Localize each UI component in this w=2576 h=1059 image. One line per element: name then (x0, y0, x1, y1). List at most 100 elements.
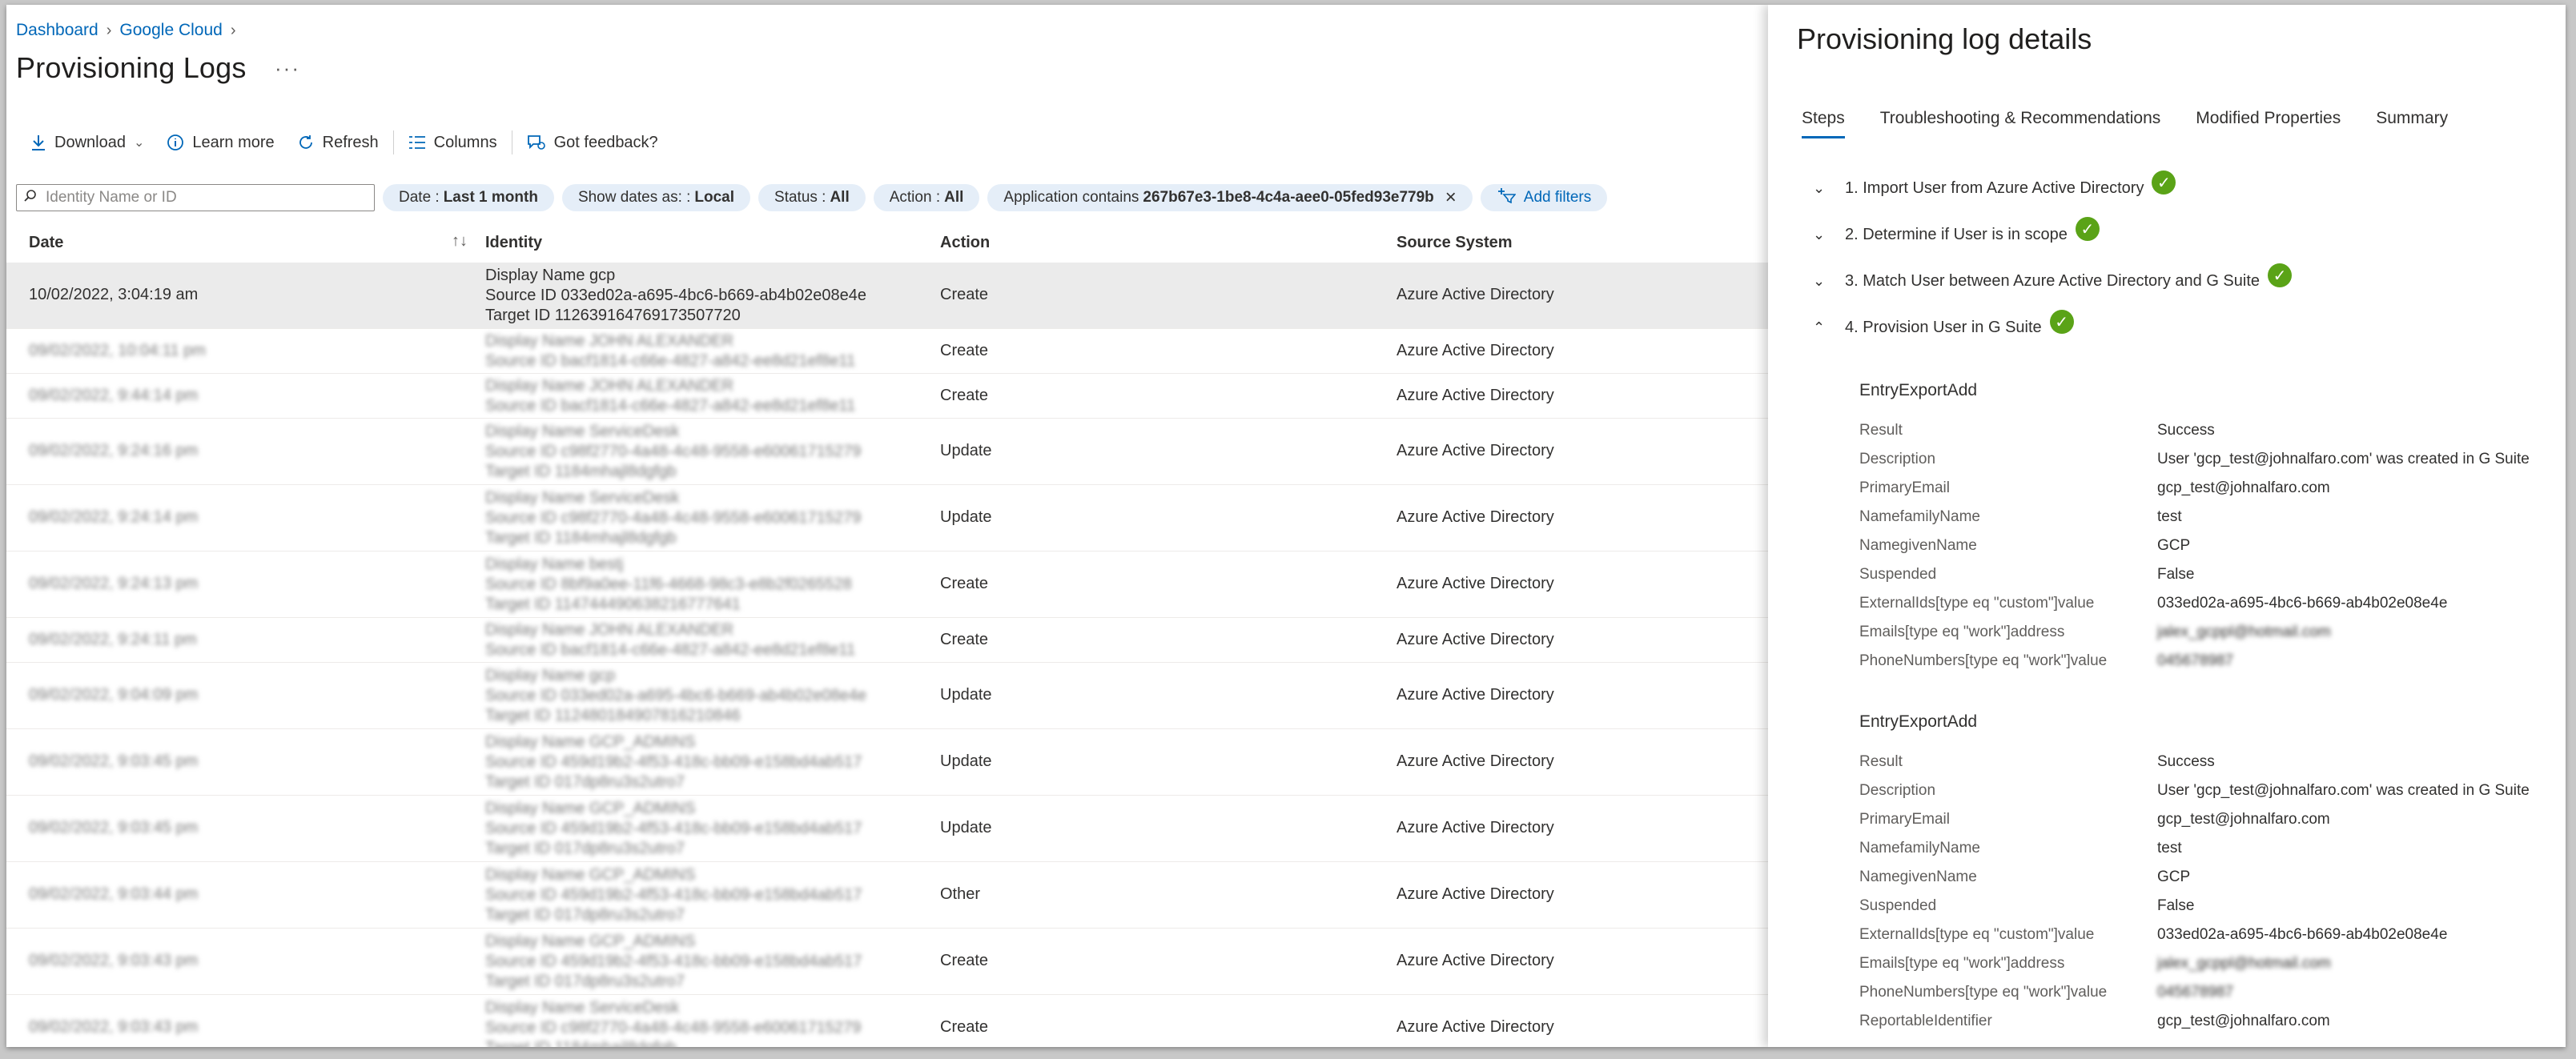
column-header-identity[interactable]: Identity (485, 234, 542, 252)
cell-source-system: Azure Active Directory (1397, 819, 1554, 836)
chevron-up-icon: ⌃ (1813, 319, 1826, 335)
table-row[interactable]: 09/02/2022, 9:03:43 pm Display Name Servi… (6, 995, 1768, 1048)
details-section: EntryExportAdd Result Success Description Us… (1859, 712, 2530, 1036)
download-label: Download (54, 133, 126, 151)
filter-pill-action[interactable]: Action : All (873, 184, 980, 211)
learn-more-button[interactable]: Learn more (155, 128, 285, 157)
cell-source-system: Azure Active Directory (1397, 630, 1554, 648)
identity-line: Display Name GCP_ADMINS (485, 865, 696, 884)
filter-pill-show-dates[interactable]: Show dates as: : Local (561, 184, 751, 211)
search-input[interactable] (44, 188, 352, 207)
table-row[interactable]: 09/02/2022, 10:04:11 pm Display Name JOHN… (6, 329, 1768, 374)
identity-line: Source ID bacf1814-c66e-4827-a842-ee8d21… (485, 640, 856, 659)
identity-line: Source ID 459d19b2-4f53-418c-bb09-e158bd… (485, 819, 862, 837)
toolbar-divider (392, 130, 394, 154)
detail-field: Description User 'gcp_test@johnalfaro.com… (1859, 445, 2530, 474)
identity-line: Source ID c98f2770-4a48-4c48-9558-e60061… (485, 442, 862, 460)
provisioning-logs-pane: Dashboard › Google Cloud › Provisioning … (6, 5, 1768, 1047)
table-row[interactable]: 09/02/2022, 9:03:45 pm Display Name GCP_A… (6, 729, 1768, 796)
cell-identity: Display Name JOHN ALEXANDER Source ID bac… (485, 620, 855, 660)
field-value: jalex_gcppl@hotmail.com (2157, 955, 2331, 972)
column-header-action[interactable]: Action (940, 234, 990, 252)
identity-line: Source ID 459d19b2-4f53-418c-bb09-e158bd… (485, 885, 862, 904)
download-button[interactable]: Download ⌄ (22, 128, 155, 157)
detail-field: ExternalIds[type eq "custom"]value 033ed0… (1859, 921, 2530, 949)
field-key: ExternalIds[type eq "custom"]value (1859, 595, 2095, 612)
tab-summary[interactable]: Summary (2376, 109, 2448, 138)
section-title: EntryExportAdd (1859, 381, 1978, 399)
step-item[interactable]: ⌄ 3. Match User between Azure Active Dire… (1813, 258, 2293, 304)
tab-modified-properties[interactable]: Modified Properties (2196, 109, 2341, 138)
field-key: Suspended (1859, 897, 1937, 914)
table-row[interactable]: 10/02/2022, 3:04:19 am Display Name gcp So… (6, 263, 1768, 329)
column-header-source-system[interactable]: Source System (1397, 234, 1513, 252)
chevron-down-icon: ⌄ (133, 136, 145, 150)
refresh-button[interactable]: Refresh (286, 128, 390, 157)
close-icon[interactable]: × (1445, 187, 1457, 209)
cell-identity: Display Name ServiceDesk Source ID c98f27… (485, 998, 861, 1048)
field-key: NamefamilyName (1859, 508, 1980, 525)
feedback-button[interactable]: Got feedback? (516, 128, 669, 157)
add-filters-button[interactable]: Add filters (1480, 184, 1608, 211)
table-row[interactable]: 09/02/2022, 9:24:11 pm Display Name JOHN … (6, 618, 1768, 663)
cell-identity: Display Name JOHN ALEXANDER Source ID bac… (485, 376, 855, 416)
tab-steps[interactable]: Steps (1802, 109, 1845, 138)
table-row[interactable]: 09/02/2022, 9:03:44 pm Display Name GCP_A… (6, 862, 1768, 929)
refresh-icon (297, 134, 315, 151)
table-header: Date ↑↓ Identity Action Source System (6, 223, 1768, 263)
details-panel: Provisioning log details Steps Troublesh… (1768, 5, 2566, 1047)
details-title: Provisioning log details (1797, 22, 2092, 55)
identity-line: Display Name GCP_ADMINS (485, 732, 696, 751)
step-item[interactable]: ⌄ 1. Import User from Azure Active Direct… (1813, 165, 2292, 211)
cell-date: 09/02/2022, 10:04:11 pm (29, 341, 206, 359)
filter-pill-date[interactable]: Date : Last 1 month (383, 184, 554, 211)
log-table-body: 10/02/2022, 3:04:19 am Display Name gcp So… (6, 263, 1768, 1047)
field-key: NamegivenName (1859, 537, 1977, 554)
cell-action: Update (940, 508, 992, 526)
identity-line: Target ID 017dp8ru3s2utro7 (485, 905, 685, 924)
cell-action: Create (940, 952, 989, 969)
identity-line: Target ID 1184mhajl8dgfgb (485, 462, 677, 480)
cell-identity: Display Name GCP_ADMINS Source ID 459d19b… (485, 865, 862, 925)
details-section: EntryExportAdd Result Success Description Us… (1859, 381, 2530, 676)
cell-source-system: Azure Active Directory (1397, 952, 1554, 969)
sort-icon[interactable]: ↑↓ (452, 232, 468, 251)
breadcrumb-google-cloud[interactable]: Google Cloud (119, 21, 222, 40)
cell-source-system: Azure Active Directory (1397, 1018, 1554, 1036)
identity-line: Display Name GCP_ADMINS (485, 932, 696, 950)
identity-line: Target ID 112480184907816210846 (485, 706, 741, 724)
cell-identity: Display Name GCP_ADMINS Source ID 459d19b… (485, 799, 862, 859)
add-filter-icon (1497, 187, 1517, 208)
filter-pill-application[interactable]: Application contains 267b67e3-1be8-4c4a-a… (987, 184, 1473, 211)
breadcrumb-dashboard[interactable]: Dashboard (16, 21, 98, 40)
filter-pill-status[interactable]: Status : All (758, 184, 866, 211)
identity-line: Target ID 017dp8ru3s2utro7 (485, 972, 685, 990)
detail-field: Emails[type eq "work"]address jalex_gcppl… (1859, 618, 2530, 647)
table-row[interactable]: 09/02/2022, 9:04:09 pm Display Name gcp So… (6, 663, 1768, 729)
field-key: Suspended (1859, 566, 1937, 583)
chevron-right-icon: › (230, 21, 236, 39)
identity-line: Display Name ServiceDesk (485, 998, 680, 1017)
step-item[interactable]: ⌃ 4. Provision User in G Suite ✓ (1813, 304, 2292, 351)
table-row[interactable]: 09/02/2022, 9:24:13 pm Display Name bestj… (6, 552, 1768, 618)
detail-field: NamegivenName GCP (1859, 532, 2530, 560)
step-label: 4. Provision User in G Suite (1845, 318, 2042, 336)
table-row[interactable]: 09/02/2022, 9:03:45 pm Display Name GCP_A… (6, 796, 1768, 862)
detail-field: Emails[type eq "work"]address jalex_gcppl… (1859, 949, 2530, 978)
table-row[interactable]: 09/02/2022, 9:44:14 pm Display Name JOHN … (6, 374, 1768, 419)
column-header-date[interactable]: Date (29, 234, 63, 252)
identity-line: Display Name JOHN ALEXANDER (485, 331, 734, 350)
cell-identity: Display Name gcp Source ID 033ed02a-a695-… (485, 666, 866, 726)
more-options-button[interactable]: ··· (275, 56, 300, 81)
columns-button[interactable]: Columns (397, 128, 508, 157)
tab-troubleshooting[interactable]: Troubleshooting & Recommendations (1880, 109, 2161, 138)
step-item[interactable]: ⌄ 2. Determine if User is in scope ✓ (1813, 211, 2292, 258)
detail-field: Description User 'gcp_test@johnalfaro.com… (1859, 776, 2530, 805)
cell-action: Create (940, 286, 989, 303)
table-row[interactable]: 09/02/2022, 9:24:16 pm Display Name Servi… (6, 419, 1768, 485)
identity-line: Source ID 033ed02a-a695-4bc6-b669-ab4b02… (485, 286, 866, 304)
table-row[interactable]: 09/02/2022, 9:03:43 pm Display Name GCP_A… (6, 929, 1768, 995)
field-value: gcp_test@johnalfaro.com (2157, 479, 2330, 496)
field-key: PhoneNumbers[type eq "work"]value (1859, 652, 2108, 669)
table-row[interactable]: 09/02/2022, 9:24:14 pm Display Name Servi… (6, 485, 1768, 552)
